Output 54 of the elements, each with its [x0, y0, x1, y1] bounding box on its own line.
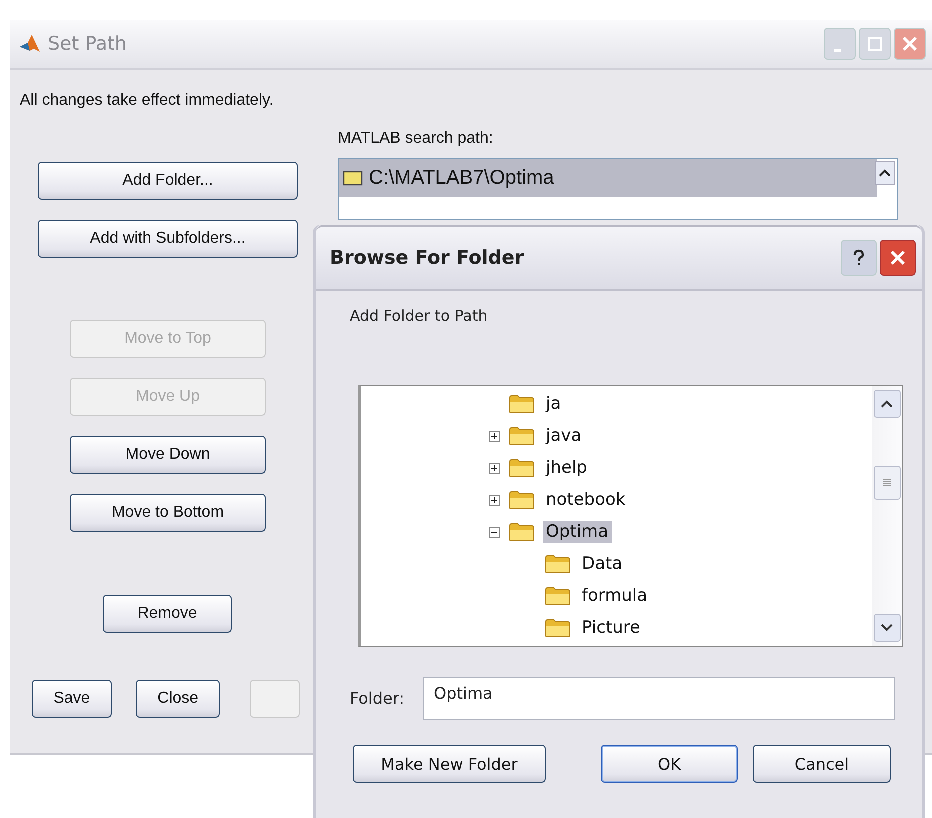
prompt-text: Add Folder to Path — [350, 307, 489, 325]
close-button[interactable] — [880, 240, 916, 276]
scrollbar[interactable] — [872, 386, 902, 646]
scroll-down-button[interactable] — [874, 614, 900, 642]
folder-icon — [509, 426, 535, 446]
maximize-icon — [865, 34, 885, 54]
caret-up-icon — [881, 400, 893, 408]
help-button[interactable] — [841, 240, 877, 276]
window-title: Set Path — [48, 33, 127, 55]
caret-down-icon — [881, 624, 893, 632]
folder-icon — [545, 618, 571, 638]
dialog-button[interactable]: OK — [601, 745, 738, 783]
tree-item[interactable]: java — [543, 425, 585, 447]
dialog-button[interactable]: Make New Folder — [353, 745, 546, 783]
folder-icon — [545, 586, 571, 606]
path-list-item[interactable]: C:\MATLAB7\Optima — [339, 159, 877, 197]
dialog-title: Browse For Folder — [330, 247, 524, 269]
scroll-up-button[interactable] — [875, 161, 895, 185]
tree-item[interactable]: Optima — [543, 521, 612, 543]
minimize-icon — [834, 48, 842, 52]
scroll-thumb[interactable] — [874, 466, 900, 500]
side-button[interactable]: Move Down — [70, 436, 266, 474]
close-icon — [888, 248, 908, 268]
folder-icon — [509, 394, 535, 414]
side-button[interactable]: Remove — [103, 595, 232, 633]
scroll-up-button[interactable] — [874, 390, 900, 418]
expand-icon[interactable] — [489, 430, 500, 442]
notice-text: All changes take effect immediately. — [20, 92, 275, 110]
path-label: MATLAB search path: — [338, 130, 494, 148]
side-button[interactable]: Move to Bottom — [70, 494, 266, 532]
folder-icon — [509, 522, 535, 542]
side-button[interactable]: Add with Subfolders... — [38, 220, 298, 258]
dialog-button[interactable]: Cancel — [753, 745, 891, 783]
grip-lines-icon — [882, 478, 892, 488]
folder-icon — [545, 554, 571, 574]
tree-item[interactable]: notebook — [543, 489, 629, 511]
caret-up-icon — [879, 169, 891, 177]
close-icon — [900, 34, 920, 54]
folder-icon — [509, 490, 535, 510]
folder-field[interactable]: Optima — [423, 677, 895, 720]
expand-icon[interactable] — [489, 462, 500, 474]
tree-item[interactable]: ja — [543, 393, 564, 415]
folder-icon — [343, 170, 363, 186]
dialog-button[interactable]: Close — [136, 680, 220, 718]
tree-item[interactable]: formula — [579, 585, 651, 607]
collapse-icon[interactable] — [489, 526, 500, 538]
tree-item[interactable]: Picture — [579, 617, 644, 639]
dialog-button[interactable]: Save — [32, 680, 112, 718]
folder-label: Folder: — [350, 689, 406, 708]
tree-item[interactable]: Data — [579, 553, 626, 575]
tree-item[interactable]: jhelp — [543, 457, 590, 479]
side-button[interactable]: Add Folder... — [38, 162, 298, 200]
folder-icon — [509, 458, 535, 478]
expand-icon[interactable] — [489, 494, 500, 506]
